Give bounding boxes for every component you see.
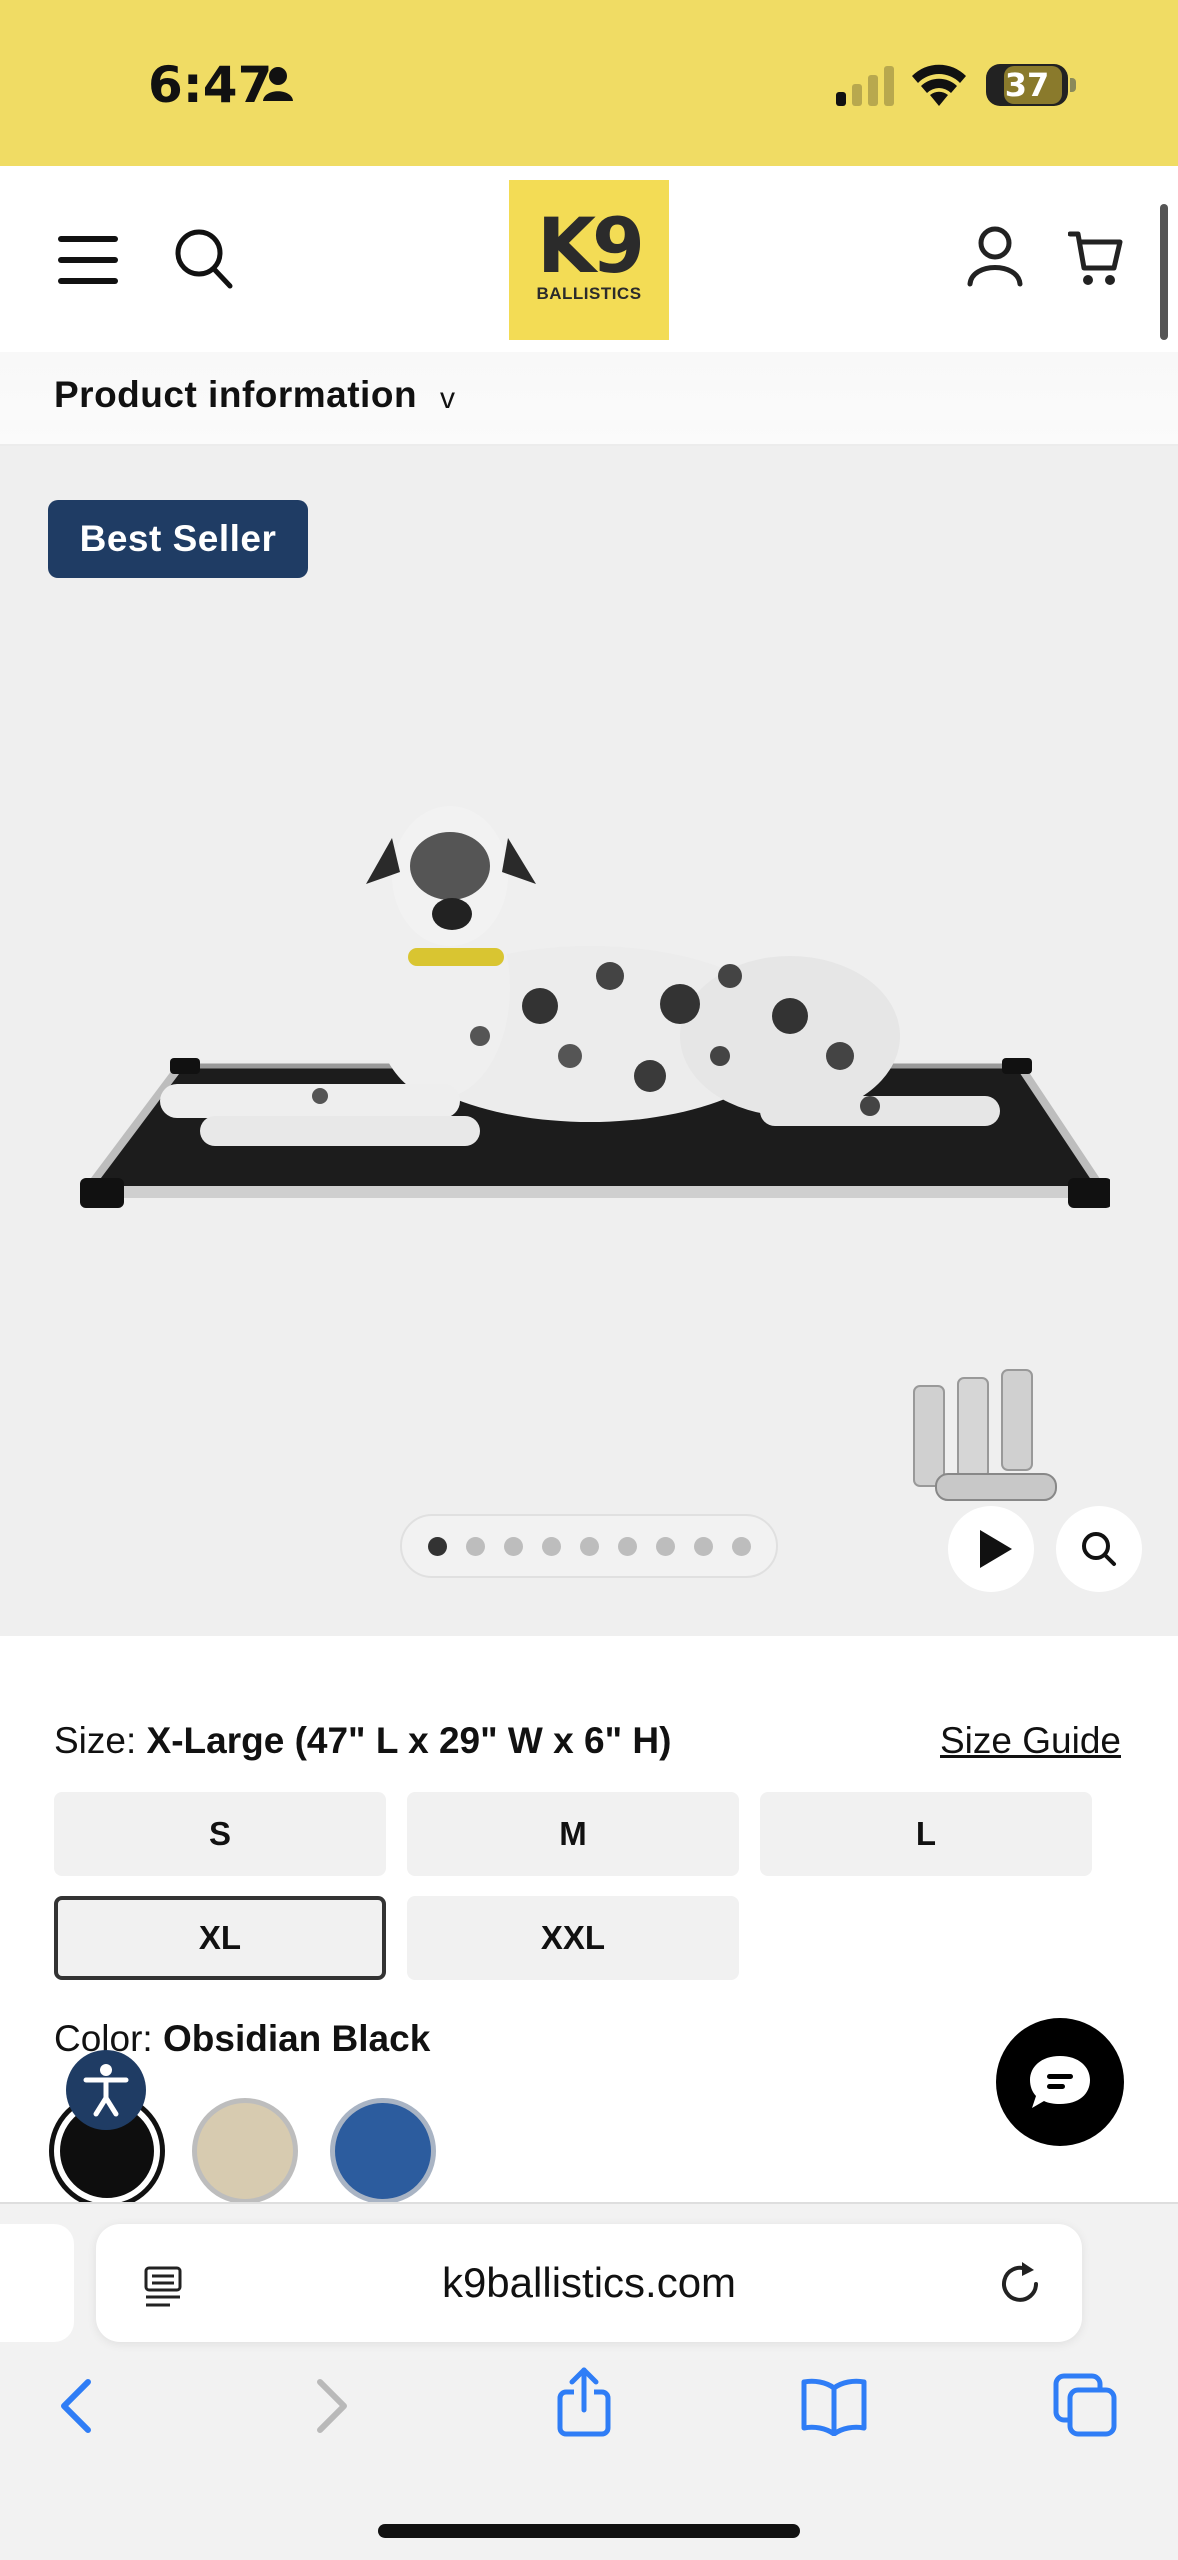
- size-option-s[interactable]: S: [54, 1792, 386, 1876]
- size-guide-link[interactable]: Size Guide: [940, 1720, 1121, 1762]
- pager-dot[interactable]: [427, 1536, 447, 1556]
- color-swatch-blue[interactable]: [330, 2098, 436, 2204]
- image-pager[interactable]: [400, 1514, 778, 1578]
- url-text[interactable]: k9ballistics.com: [96, 2224, 1082, 2342]
- color-value: Obsidian Black: [162, 2018, 431, 2059]
- site-header: K9 BALLISTICS: [0, 166, 1178, 352]
- share-icon[interactable]: [556, 2366, 612, 2438]
- product-options: Size: X-Large (47" L x 29" W x 6" H) Siz…: [0, 1636, 1178, 2204]
- pager-dot[interactable]: [579, 1536, 599, 1556]
- scroll-indicator: [1160, 204, 1168, 340]
- product-info-toggle[interactable]: Product information v: [0, 352, 1178, 446]
- size-option-l[interactable]: L: [760, 1792, 1092, 1876]
- pager-dot[interactable]: [465, 1536, 485, 1556]
- play-video-button[interactable]: [948, 1506, 1034, 1592]
- size-selection-line: Size: X-Large (47" L x 29" W x 6" H): [54, 1720, 671, 1762]
- size-option-xxl[interactable]: XXL: [407, 1896, 739, 1980]
- account-icon[interactable]: [966, 226, 1024, 288]
- pager-dot[interactable]: [503, 1536, 523, 1556]
- legs-accessory-image: [913, 1369, 1057, 1501]
- pager-dot[interactable]: [731, 1536, 751, 1556]
- battery-cap: [1070, 78, 1076, 92]
- k9-logo[interactable]: K9 BALLISTICS: [509, 180, 669, 340]
- product-gallery[interactable]: Best Seller: [0, 446, 1178, 1636]
- browser-toolbar: k9ballistics.com: [0, 2202, 1178, 2560]
- previous-tab-preview[interactable]: [0, 2224, 74, 2342]
- accessibility-icon: [83, 2064, 129, 2117]
- chevron-down-icon: v: [440, 382, 455, 415]
- product-info-label: Product information: [54, 374, 418, 415]
- tabs-icon[interactable]: [1052, 2372, 1118, 2438]
- reload-icon[interactable]: [996, 2260, 1044, 2308]
- menu-icon[interactable]: [58, 234, 122, 286]
- wifi-icon: [912, 64, 966, 106]
- dog-bed-product-image: [80, 806, 1110, 1208]
- size-label: Size:: [54, 1720, 137, 1761]
- cart-icon[interactable]: [1068, 228, 1124, 288]
- play-icon: [980, 1530, 1012, 1568]
- zoom-icon: [1082, 1532, 1116, 1566]
- size-value: X-Large (47" L x 29" W x 6" H): [146, 1720, 672, 1761]
- status-bar: 6:47 37: [0, 0, 1178, 166]
- pager-dot[interactable]: [541, 1536, 561, 1556]
- person-icon: [263, 67, 293, 101]
- color-swatch-tan[interactable]: [192, 2098, 298, 2204]
- best-seller-badge: Best Seller: [48, 500, 308, 578]
- pager-dot[interactable]: [617, 1536, 637, 1556]
- search-icon[interactable]: [174, 228, 234, 290]
- chat-icon: [1030, 2056, 1090, 2108]
- forward-icon[interactable]: [312, 2376, 352, 2436]
- size-option-m[interactable]: M: [407, 1792, 739, 1876]
- bookmarks-icon[interactable]: [800, 2376, 868, 2436]
- status-time: 6:47: [148, 56, 273, 114]
- zoom-button[interactable]: [1056, 1506, 1142, 1592]
- url-bar[interactable]: k9ballistics.com: [96, 2224, 1082, 2342]
- back-icon[interactable]: [56, 2376, 96, 2436]
- accessibility-button[interactable]: [66, 2050, 146, 2130]
- chat-button[interactable]: [996, 2018, 1124, 2146]
- size-option-xl[interactable]: XL: [54, 1896, 386, 1980]
- pager-dot[interactable]: [655, 1536, 675, 1556]
- pager-dot[interactable]: [693, 1536, 713, 1556]
- signal-icon: [836, 66, 894, 106]
- battery-percent: 37: [1004, 66, 1050, 104]
- home-indicator: [378, 2524, 800, 2538]
- logo-sub: BALLISTICS: [536, 284, 642, 303]
- logo-main: K9: [537, 201, 645, 290]
